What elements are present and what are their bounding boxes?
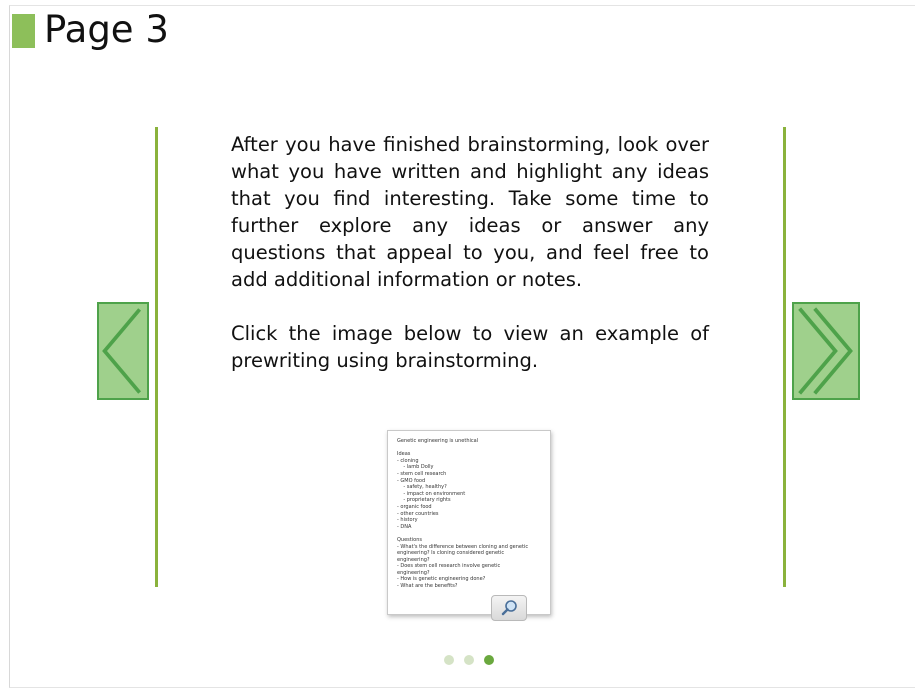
thumbnail-text: Genetic engineering is unethical Ideas - … [397,438,547,590]
brainstorming-example-thumbnail[interactable]: Genetic engineering is unethical Ideas - … [387,430,551,615]
thumbnail-line: - DNA [397,523,412,530]
paragraph-click-image: Click the image below to view an example… [231,322,709,372]
thumbnail-line: - stem cell research [397,470,447,477]
thumbnail-line: Questions [397,536,422,543]
right-divider [783,127,786,587]
thumbnail-line: - impact on environment [397,490,466,497]
thumbnail-line: - proprietary rights [397,497,451,504]
magnifier-icon [501,600,517,616]
thumbnail-line: - cloning [397,457,419,464]
next-page-button[interactable] [792,302,860,400]
page-dot[interactable] [444,655,454,665]
double-chevron-right-icon [798,307,853,395]
thumbnail-line: - history [397,517,418,524]
thumbnail-line: - What are the benefits? [397,583,458,590]
thumbnail-line: - other countries [397,510,439,517]
thumbnail-line: engineering? [397,569,430,576]
thumbnail-line: Genetic engineering is unethical [397,438,479,444]
previous-page-button[interactable] [97,302,149,400]
thumbnail-line: - What's the difference between cloning … [397,543,529,550]
page-dot[interactable] [464,655,474,665]
thumbnail-line: Ideas [397,451,411,458]
thumbnail-line: - How is genetic engineering done? [397,576,486,583]
thumbnail-line [397,530,547,537]
title-accent-bar [12,14,35,48]
thumbnail-line: engineering? [397,556,430,563]
paragraph-brainstorming: After you have finished brainstorming, l… [231,133,709,291]
thumbnail-line: - GMO food [397,477,426,484]
zoom-button[interactable] [491,595,527,621]
page-title: Page 3 [44,8,169,51]
thumbnail-line: engineering? Is cloning considered genet… [397,550,505,557]
thumbnail-line [397,445,547,452]
thumbnail-line: - Does stem cell research involve geneti… [397,563,501,570]
page-dot-active[interactable] [484,655,494,665]
thumbnail-line: - safety, healthy? [397,484,447,491]
thumbnail-line: - lamb Dolly [397,464,434,471]
chevron-left-icon [102,308,142,394]
instruction-text: After you have finished brainstorming, l… [231,131,709,374]
thumbnail-line: - organic food [397,503,432,510]
left-divider [155,127,158,587]
